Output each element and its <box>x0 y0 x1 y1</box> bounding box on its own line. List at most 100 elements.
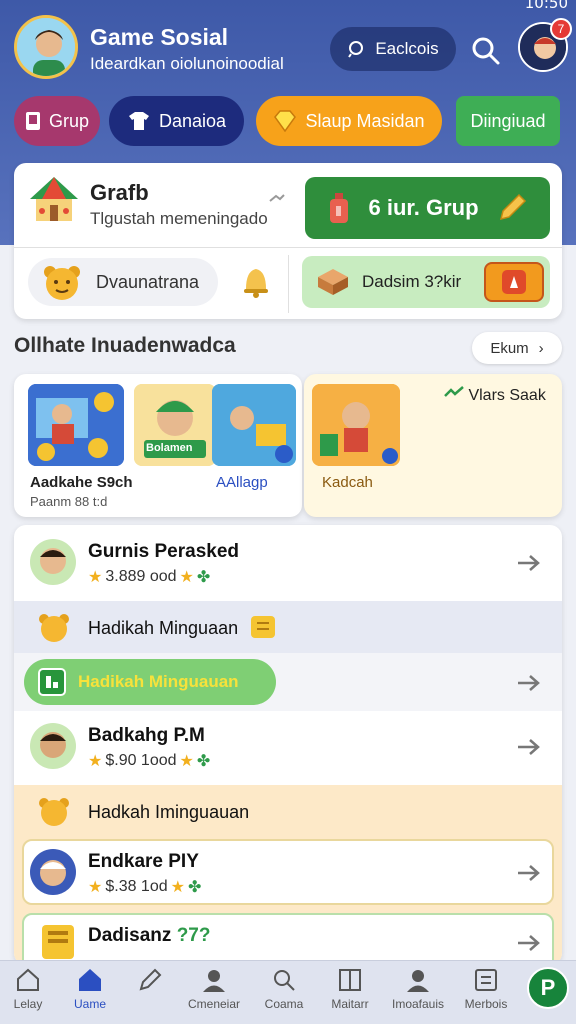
player-name: Endkare PIY <box>88 851 199 872</box>
game-thumbnail[interactable]: Bolamen <box>134 384 216 466</box>
floating-action-button[interactable]: P <box>527 967 569 1009</box>
phone-icon <box>25 112 40 130</box>
list-item[interactable]: Badkahg P.M ★ $.90 1ood ★ ✤ <box>14 711 562 785</box>
group-title: Grafb <box>90 180 149 205</box>
chip-label: Slaup Masidan <box>305 110 425 131</box>
star-icon: ★ <box>88 879 103 896</box>
game-corner-label[interactable]: Vlars Saak <box>444 386 546 405</box>
nav-uame[interactable]: Uame <box>58 967 122 1023</box>
player-name: Badkahg P.M <box>88 725 205 746</box>
home-icon <box>79 969 101 991</box>
player-stat: ★ $.90 1ood ★ ✤ <box>88 751 210 771</box>
scroll-icon <box>42 925 74 959</box>
nav-label: Lelay <box>13 997 43 1011</box>
divider <box>14 247 562 248</box>
player-name-text: Dadisanz <box>88 925 172 946</box>
alarm-icon <box>502 270 526 294</box>
game-title: AAllagp <box>216 474 268 491</box>
nav-merbois[interactable]: Merbois <box>454 967 518 1023</box>
see-all-button[interactable]: Ekum › <box>472 332 562 364</box>
home-outline-icon <box>17 968 39 991</box>
star-icon: ★ <box>170 879 185 896</box>
list-section-header: Hadkah Iminguauan <box>14 785 562 837</box>
player-name: Dadisanz ?7? <box>88 925 210 947</box>
divider <box>288 255 289 313</box>
list-item[interactable]: Dadisanz ?7? <box>14 909 562 965</box>
nav-maitarr[interactable]: Maitarr <box>318 967 382 1023</box>
highlight-pill[interactable]: Hadikah Minguauan <box>24 659 276 705</box>
nav-coama[interactable]: Coama <box>252 967 316 1023</box>
reward-tag[interactable] <box>484 262 544 302</box>
chip-label: Danaioa <box>158 110 227 131</box>
person-icon <box>203 970 225 992</box>
chip-label: Diingiuad <box>470 110 546 131</box>
join-group-button[interactable]: 6 iur. Grup <box>305 177 550 239</box>
explore-pill[interactable]: Eaclcois <box>330 27 456 71</box>
game-thumbnail[interactable] <box>312 384 400 466</box>
trend-icon <box>444 386 464 397</box>
diamond-icon <box>274 110 297 132</box>
chip-slaup-masidan[interactable]: Slaup Masidan <box>256 96 442 146</box>
notification-badge: 7 <box>550 18 572 40</box>
star-icon: ★ <box>179 753 194 770</box>
player-stat: ★ $.38 1od ★ ✤ <box>88 877 201 897</box>
game-subtitle: Paanm 88 t:d <box>30 494 108 509</box>
reward-pill[interactable]: Dadsim 3?kir <box>302 256 550 308</box>
avatar <box>30 723 76 769</box>
arrow-right-icon[interactable] <box>516 553 542 573</box>
shirt-icon <box>128 112 149 130</box>
donate-pill[interactable]: Dvaunatrana <box>28 258 218 306</box>
leaderboard-list: Gurnis Perasked ★ 3.889 ood ★ ✤ Hadikah Min… <box>14 525 562 965</box>
arrow-right-icon[interactable] <box>516 737 542 757</box>
join-group-label: 6 iur. Grup <box>368 195 479 220</box>
user-avatar[interactable] <box>14 15 78 79</box>
bear-coin-icon <box>44 266 80 300</box>
nav-cmeneiar[interactable]: Cmeneiar <box>182 967 246 1023</box>
reward-label: Dadsim 3?kir <box>362 272 462 291</box>
game-thumbnail[interactable] <box>28 384 124 466</box>
app-subtitle: Ideardkan oiolunoinoodial <box>90 54 284 73</box>
book-icon <box>339 969 361 991</box>
list-icon <box>475 969 497 991</box>
profile-icon <box>407 970 429 992</box>
pen-icon <box>139 968 162 991</box>
game-card[interactable]: Kadcah Vlars Saak <box>304 374 562 517</box>
note-icon <box>251 616 275 638</box>
game-card[interactable]: Bolamen Aadkahe S9ch Paanm 88 t:d AAllag… <box>14 374 302 517</box>
nav-imoafauis[interactable]: Imoafauis <box>386 967 450 1023</box>
avatar <box>30 539 76 585</box>
highlight-row[interactable]: Hadikah Minguauan <box>14 653 562 711</box>
clover-icon: ✤ <box>196 569 211 586</box>
star-icon: ★ <box>88 569 103 586</box>
arrow-right-icon[interactable] <box>516 863 542 883</box>
bottle-icon <box>330 193 349 223</box>
search-icon <box>472 37 500 65</box>
clover-icon: ✤ <box>187 879 202 896</box>
chip-danaioa[interactable]: Danaioa <box>109 96 244 146</box>
list-item[interactable]: Gurnis Perasked ★ 3.889 ood ★ ✤ <box>14 525 562 601</box>
see-all-label: Ekum <box>490 339 529 357</box>
swap-arrow-icon <box>269 194 285 202</box>
arrow-right-icon[interactable] <box>516 673 542 693</box>
stat-value: $.90 1ood <box>105 752 177 769</box>
list-item[interactable]: Endkare PIY ★ $.38 1od ★ ✤ <box>14 837 562 909</box>
search-button[interactable] <box>468 33 504 69</box>
section-title: Ollhate Inuadenwadca <box>14 334 236 357</box>
donate-label: Dvaunatrana <box>96 271 200 292</box>
bear-coin-icon <box>39 614 69 642</box>
stat-value: 3.889 ood <box>105 568 177 585</box>
nav-pen[interactable] <box>118 967 182 1023</box>
game-thumbnail[interactable] <box>212 384 296 466</box>
arrow-right-icon[interactable] <box>516 933 542 953</box>
section-header-label: Hadikah Minguaan <box>88 618 239 638</box>
list-section-header: Hadikah Minguaan <box>14 601 562 653</box>
nav-lelay[interactable]: Lelay <box>0 967 60 1023</box>
bell-icon[interactable] <box>240 263 272 299</box>
group-subtitle: Tlgustah memeningado <box>90 209 268 228</box>
section-header-label: Hadkah Iminguauan <box>88 802 250 822</box>
nav-label: Imoafauis <box>391 997 445 1011</box>
chip-diingiuad[interactable]: Diingiuad <box>456 96 560 146</box>
chip-grup[interactable]: Grup <box>14 96 100 146</box>
game-inner-label: Bolamen <box>146 442 193 454</box>
nav-label: Cmeneiar <box>187 997 241 1011</box>
